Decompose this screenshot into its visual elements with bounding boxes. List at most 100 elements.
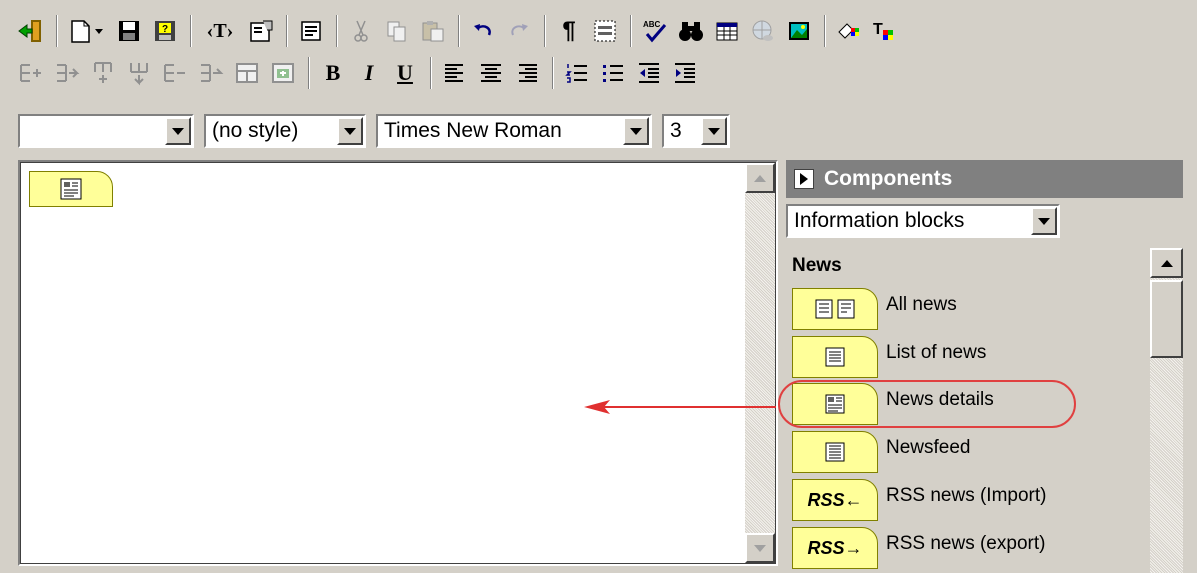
- pilcrow-icon: ¶: [562, 17, 576, 44]
- save-template-icon: ?: [155, 21, 175, 41]
- dropdown-button[interactable]: [623, 117, 649, 145]
- scroll-thumb[interactable]: [1150, 280, 1183, 358]
- dropdown-button[interactable]: [337, 117, 363, 145]
- save-as-template-button[interactable]: ?: [148, 14, 182, 48]
- exit-button[interactable]: [14, 14, 48, 48]
- borders-icon: [594, 20, 616, 42]
- dropdown-button[interactable]: [165, 117, 191, 145]
- table-column-icon: [94, 62, 112, 83]
- block-format-select[interactable]: [18, 114, 194, 148]
- numbered-list-icon: [565, 64, 587, 83]
- table-merge-cells-button[interactable]: [230, 56, 264, 90]
- redo-button[interactable]: [502, 14, 536, 48]
- editor-canvas[interactable]: [20, 162, 776, 564]
- component-block[interactable]: RSS←: [792, 479, 878, 521]
- news-detail-icon: [60, 178, 82, 200]
- table-insert-row-before-button[interactable]: [14, 56, 48, 90]
- dropdown-button[interactable]: [1031, 207, 1057, 235]
- component-category-select[interactable]: Information blocks: [786, 204, 1060, 238]
- scroll-up-button[interactable]: [1150, 248, 1183, 278]
- components-scrollbar[interactable]: [1150, 248, 1183, 573]
- chevron-down-icon: [1038, 217, 1050, 225]
- style-select[interactable]: (no style): [204, 114, 366, 148]
- all-news-icon: [815, 299, 855, 319]
- text-tag-button[interactable]: ‹T›: [198, 14, 242, 48]
- component-block[interactable]: RSS→: [792, 527, 878, 569]
- text-color-button[interactable]: T: [868, 14, 902, 48]
- binoculars-icon: [679, 22, 703, 41]
- numbered-list-button[interactable]: [560, 56, 594, 90]
- component-item-newsfeed[interactable]: Newsfeed: [792, 431, 971, 475]
- paste-button[interactable]: [416, 14, 450, 48]
- dropdown-button[interactable]: [701, 117, 727, 145]
- copy-button[interactable]: [380, 14, 414, 48]
- source-icon: [301, 21, 321, 41]
- component-group-label: News: [792, 255, 842, 276]
- insert-link-button[interactable]: [746, 14, 780, 48]
- drag-arrow-icon: [584, 400, 776, 414]
- underline-button[interactable]: U: [388, 56, 422, 90]
- spellcheck-button[interactable]: ABC: [638, 14, 672, 48]
- font-size-select[interactable]: 3: [662, 114, 730, 148]
- rss-export-icon: RSS→: [807, 537, 863, 558]
- separator: [544, 15, 546, 47]
- component-item-list-of-news[interactable]: List of news: [792, 336, 986, 380]
- merge-cells-icon: [236, 63, 258, 83]
- component-item-rss-import[interactable]: RSS← RSS news (Import): [792, 479, 1046, 523]
- cut-button[interactable]: [344, 14, 378, 48]
- text-tag-label: ‹T›: [206, 19, 234, 42]
- table-row-icon: [20, 64, 41, 82]
- arrow-up-icon: [1160, 259, 1173, 267]
- table-insert-row-after-button[interactable]: [50, 56, 84, 90]
- insert-image-button[interactable]: [782, 14, 816, 48]
- new-document-button[interactable]: [64, 14, 110, 48]
- component-label: List of news: [886, 342, 987, 363]
- find-button[interactable]: [674, 14, 708, 48]
- component-block[interactable]: [792, 288, 878, 330]
- inserted-component-block[interactable]: [29, 171, 113, 207]
- undo-button[interactable]: [466, 14, 500, 48]
- eraser-icon: [838, 23, 859, 39]
- scroll-down-button[interactable]: [745, 533, 775, 563]
- scroll-up-button[interactable]: [745, 163, 775, 193]
- insert-table-button[interactable]: [710, 14, 744, 48]
- table-icon: [716, 22, 738, 41]
- bullet-list-button[interactable]: [596, 56, 630, 90]
- save-button[interactable]: [112, 14, 146, 48]
- italic-button[interactable]: I: [352, 56, 386, 90]
- table-split-cells-button[interactable]: [266, 56, 300, 90]
- components-panel-header[interactable]: Components: [786, 160, 1183, 198]
- collapse-toggle-icon[interactable]: [794, 169, 814, 189]
- text-color-icon: T: [873, 21, 893, 40]
- component-label: All news: [886, 294, 957, 315]
- editor-scrollbar[interactable]: [745, 163, 775, 563]
- table-delete-column-button[interactable]: [194, 56, 228, 90]
- source-view-button[interactable]: [294, 14, 328, 48]
- underline-label: U: [397, 60, 413, 85]
- component-item-rss-export[interactable]: RSS→ RSS news (export): [792, 527, 1045, 571]
- spellcheck-icon: ABC: [643, 20, 667, 43]
- outdent-button[interactable]: [632, 56, 666, 90]
- save-icon: [119, 21, 139, 41]
- news-list-icon: [825, 347, 845, 367]
- page-properties-button[interactable]: [244, 14, 278, 48]
- font-select[interactable]: Times New Roman: [376, 114, 652, 148]
- align-right-button[interactable]: [510, 56, 544, 90]
- show-borders-button[interactable]: [588, 14, 622, 48]
- component-item-all-news[interactable]: All news: [792, 288, 957, 332]
- align-left-button[interactable]: [438, 56, 472, 90]
- editor-area[interactable]: [18, 160, 778, 566]
- indent-button[interactable]: [668, 56, 702, 90]
- bold-button[interactable]: B: [316, 56, 350, 90]
- rss-import-icon: RSS←: [807, 489, 863, 510]
- align-center-button[interactable]: [474, 56, 508, 90]
- table-insert-column-before-button[interactable]: [86, 56, 120, 90]
- table-delete-row-button[interactable]: [158, 56, 192, 90]
- clean-styles-button[interactable]: [832, 14, 866, 48]
- show-formatting-button[interactable]: ¶: [552, 14, 586, 48]
- indent-icon: [675, 63, 695, 83]
- component-block[interactable]: [792, 336, 878, 378]
- component-block[interactable]: [792, 431, 878, 473]
- image-icon: [789, 22, 809, 40]
- table-insert-column-after-button[interactable]: [122, 56, 156, 90]
